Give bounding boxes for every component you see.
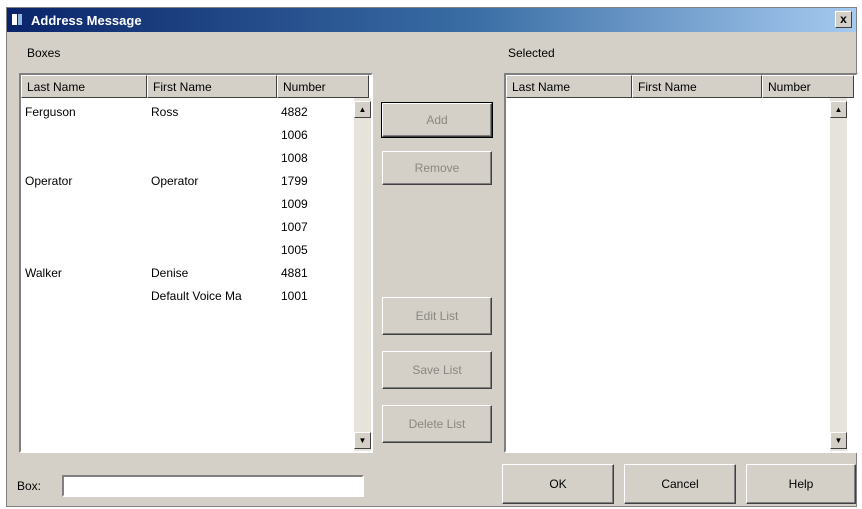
cell-last-name: Ferguson bbox=[25, 104, 76, 119]
boxes-label: Boxes bbox=[27, 46, 61, 60]
cell-number: 1008 bbox=[281, 150, 308, 165]
column-header-number[interactable]: Number bbox=[762, 75, 854, 98]
window-title: Address Message bbox=[31, 12, 142, 28]
cell-first-name: Default Voice Ma bbox=[151, 288, 242, 303]
column-header-last-name[interactable]: Last Name bbox=[21, 75, 147, 98]
table-row[interactable]: 1007 bbox=[21, 215, 343, 238]
scroll-up-icon[interactable]: ▲ bbox=[354, 101, 371, 118]
box-input[interactable] bbox=[62, 475, 364, 497]
cell-number: 1005 bbox=[281, 242, 308, 257]
selected-label: Selected bbox=[508, 46, 555, 60]
column-header-number[interactable]: Number bbox=[277, 75, 369, 98]
scroll-down-icon[interactable]: ▼ bbox=[830, 432, 847, 449]
cell-first-name: Operator bbox=[151, 173, 199, 188]
delete-list-button[interactable]: Delete List bbox=[382, 405, 492, 443]
selected-list[interactable]: Last Name First Name Number ▲ ▼ bbox=[504, 73, 858, 453]
cell-last-name: Walker bbox=[25, 265, 62, 280]
ok-button[interactable]: OK bbox=[502, 464, 614, 504]
boxes-scrollbar[interactable]: ▲ ▼ bbox=[354, 98, 371, 451]
table-row[interactable]: 1005 bbox=[21, 238, 343, 261]
scroll-down-icon[interactable]: ▼ bbox=[354, 432, 371, 449]
address-message-dialog: Address Message x Boxes Last Name First … bbox=[6, 7, 858, 507]
cell-number: 1001 bbox=[281, 288, 308, 303]
selected-scrollbar[interactable]: ▲ ▼ bbox=[830, 98, 847, 451]
table-row[interactable]: Operator Operator 1799 bbox=[21, 169, 343, 192]
scroll-up-icon[interactable]: ▲ bbox=[830, 101, 847, 118]
table-row[interactable]: 1006 bbox=[21, 123, 343, 146]
add-button[interactable]: Add bbox=[381, 102, 493, 138]
column-header-first-name[interactable]: First Name bbox=[632, 75, 762, 98]
cell-first-name: Ross bbox=[151, 104, 179, 119]
title-bar[interactable]: Address Message x bbox=[7, 8, 856, 32]
boxes-list[interactable]: Last Name First Name Number Ferguson Ross… bbox=[19, 73, 373, 453]
selected-list-header: Last Name First Name Number bbox=[506, 75, 854, 98]
edit-list-button[interactable]: Edit List bbox=[382, 297, 492, 335]
remove-button[interactable]: Remove bbox=[382, 151, 492, 185]
cell-number: 1799 bbox=[281, 173, 308, 188]
save-list-button[interactable]: Save List bbox=[382, 351, 492, 389]
boxes-list-header: Last Name First Name Number bbox=[21, 75, 369, 98]
table-row[interactable]: 1008 bbox=[21, 146, 343, 169]
table-row[interactable]: Walker Denise 4881 bbox=[21, 261, 343, 284]
cell-number: 1007 bbox=[281, 219, 308, 234]
table-row[interactable]: Default Voice Ma 1001 bbox=[21, 284, 343, 307]
column-header-first-name[interactable]: First Name bbox=[147, 75, 277, 98]
column-header-last-name[interactable]: Last Name bbox=[506, 75, 632, 98]
cell-number: 4882 bbox=[281, 104, 308, 119]
box-field-label: Box: bbox=[17, 479, 42, 493]
help-button[interactable]: Help bbox=[746, 464, 856, 504]
boxes-list-body: Ferguson Ross 4882 1006 1008 Operator Operator… bbox=[21, 100, 343, 307]
cell-number: 1009 bbox=[281, 196, 308, 211]
cell-last-name: Operator bbox=[25, 173, 73, 188]
cancel-button[interactable]: Cancel bbox=[624, 464, 736, 504]
table-row[interactable]: 1009 bbox=[21, 192, 343, 215]
close-button[interactable]: x bbox=[835, 11, 852, 28]
cell-number: 1006 bbox=[281, 127, 308, 142]
cell-first-name: Denise bbox=[151, 265, 189, 280]
cell-number: 4881 bbox=[281, 265, 308, 280]
table-row[interactable]: Ferguson Ross 4882 bbox=[21, 100, 343, 123]
app-icon bbox=[11, 13, 25, 27]
